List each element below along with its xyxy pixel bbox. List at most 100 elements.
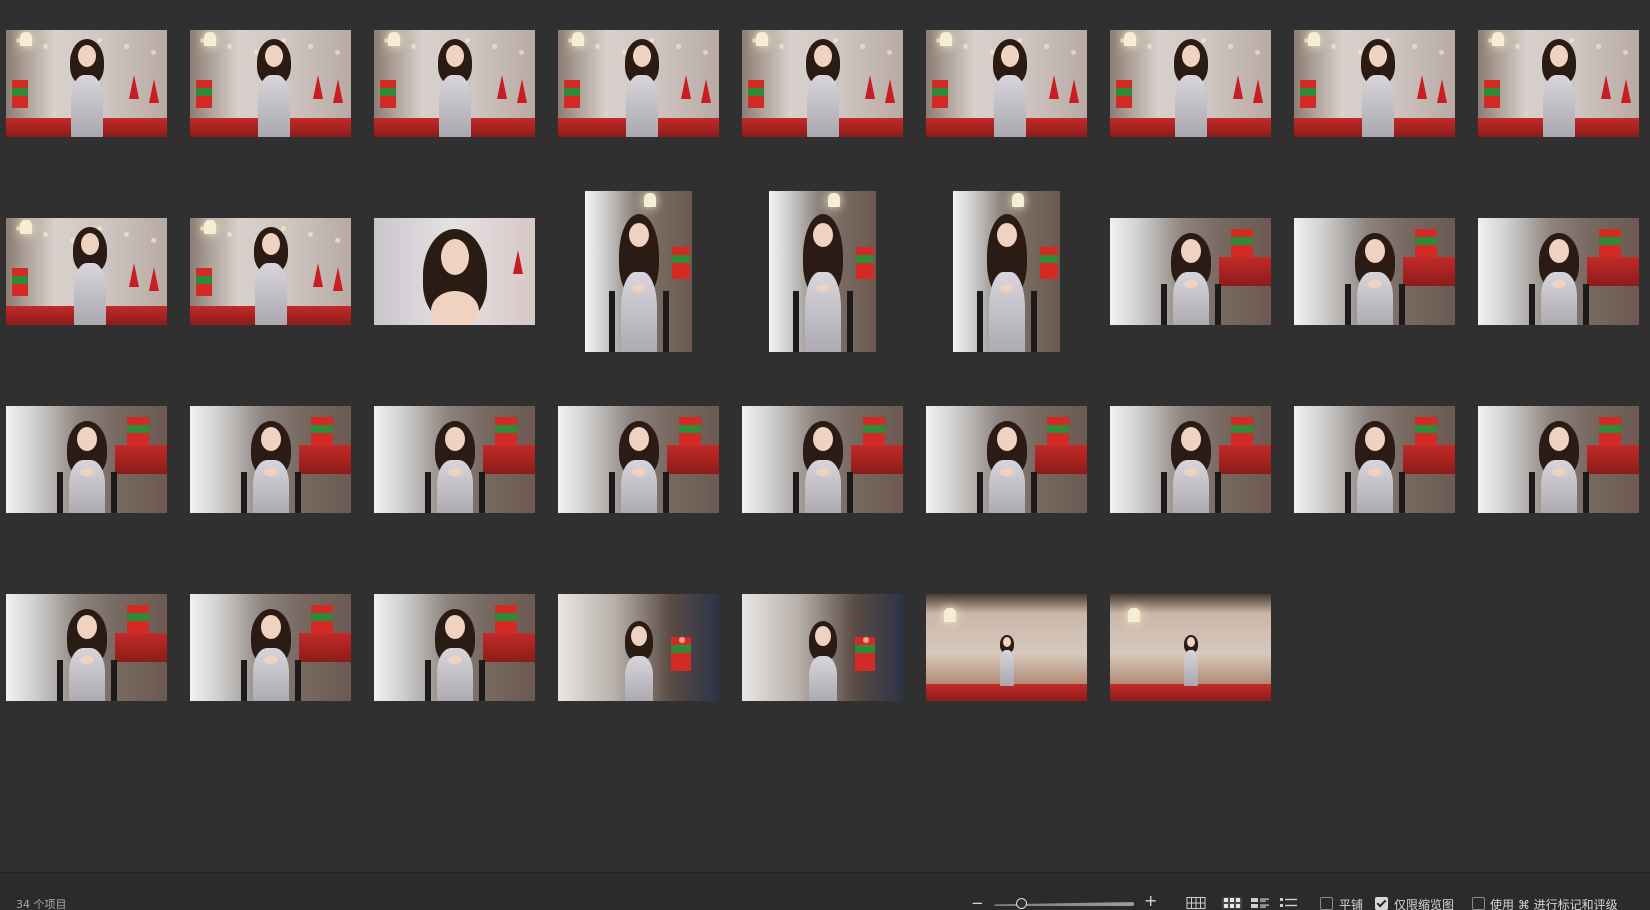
zoom-out-icon[interactable]: − [971, 896, 984, 910]
thumbnail[interactable] [190, 594, 351, 701]
thumbnail[interactable] [1110, 406, 1271, 513]
thumbnail[interactable] [374, 406, 535, 513]
tree-decoration [1437, 79, 1447, 104]
face [996, 223, 1017, 248]
chair-leg [1344, 284, 1351, 325]
bokeh-light [1439, 50, 1444, 55]
thumbnail[interactable] [1478, 218, 1639, 325]
thumbnail[interactable] [190, 30, 351, 137]
face [1186, 636, 1195, 647]
thumbnail[interactable] [190, 406, 351, 513]
thumbnail[interactable] [558, 406, 719, 513]
status-bar: 34 个项目 − + 平铺 仅限缩览图 使用 ⌘ 进行标记和评级 [0, 872, 1650, 910]
thumbnail[interactable] [374, 594, 535, 701]
face [813, 44, 832, 67]
thumbnail[interactable] [1294, 30, 1455, 137]
strip-icon[interactable] [1250, 897, 1270, 909]
thumbnail[interactable] [190, 218, 351, 325]
face [814, 626, 831, 647]
bokeh-light [97, 38, 102, 43]
zoom-slider-track[interactable] [994, 902, 1134, 906]
thumbnail[interactable] [1110, 30, 1271, 137]
thumbnail[interactable] [374, 30, 535, 137]
grid-cell [374, 30, 558, 218]
red-box [1035, 444, 1087, 475]
dress [806, 74, 839, 137]
bokeh-light [860, 44, 865, 49]
bokeh-light [308, 232, 313, 237]
face [996, 427, 1017, 452]
tree-decoration [313, 262, 323, 287]
dress [1174, 74, 1207, 137]
tree-decoration [865, 74, 875, 99]
rating-checkbox[interactable] [1472, 897, 1485, 910]
thumbnail[interactable] [1294, 406, 1455, 513]
gift-stack [932, 96, 948, 109]
grid-cell [1478, 218, 1650, 406]
face [1548, 239, 1569, 264]
thumbnail[interactable] [926, 594, 1087, 701]
thumbnail[interactable] [585, 191, 692, 352]
chair-leg [1030, 290, 1037, 352]
thumbnail[interactable] [1478, 30, 1639, 137]
grid-icon[interactable] [1222, 897, 1242, 909]
zoom-slider-handle[interactable] [1016, 898, 1027, 909]
lamp [572, 32, 584, 46]
bokeh-light [227, 232, 232, 237]
grid-cell [190, 30, 374, 218]
thumbnail[interactable] [926, 30, 1087, 137]
thumbnail[interactable] [6, 594, 167, 701]
thumbnail[interactable] [6, 30, 167, 137]
thumbnail[interactable] [742, 594, 903, 701]
product-in-hand [263, 656, 278, 665]
face [812, 223, 833, 248]
thumbnail[interactable] [926, 406, 1087, 513]
tile-checkbox[interactable] [1320, 897, 1333, 910]
gift-stack [1300, 96, 1316, 109]
thumbnail[interactable] [558, 594, 719, 701]
tree-decoration [681, 74, 691, 99]
thumbnail[interactable] [558, 30, 719, 137]
zoom-in-icon[interactable]: + [1144, 893, 1157, 909]
thumbnail[interactable] [742, 406, 903, 513]
thumbnail-grid[interactable] [0, 0, 1650, 872]
lamp [204, 32, 216, 46]
face [1368, 44, 1387, 67]
lamp [756, 32, 768, 46]
thumbnail[interactable] [1478, 406, 1639, 513]
thumbnail[interactable] [6, 218, 167, 325]
thumbnail[interactable] [742, 30, 903, 137]
tree-decoration [1621, 79, 1631, 104]
thumbnail[interactable] [1294, 218, 1455, 325]
thumbnail[interactable] [6, 406, 167, 513]
bokeh-light [492, 44, 497, 49]
thumbnail[interactable] [1110, 218, 1271, 325]
bokeh-light [43, 232, 48, 237]
thumbnail[interactable] [953, 191, 1060, 352]
large-grid-icon[interactable] [1186, 897, 1206, 909]
bokeh-light [862, 636, 869, 643]
bokeh-light [703, 50, 708, 55]
face [1549, 44, 1568, 67]
thumbnail[interactable] [769, 191, 876, 352]
bokeh-light [124, 44, 129, 49]
thumbnails-only-label: 仅限缩览图 [1394, 898, 1455, 910]
gift-stack [12, 96, 28, 109]
thumbnail[interactable] [374, 218, 535, 325]
chair-leg [110, 472, 117, 513]
grid-cell [926, 406, 1110, 594]
thumbnails-only-checkbox[interactable] [1375, 897, 1388, 910]
tree-decoration [129, 262, 139, 287]
bokeh-light [963, 44, 968, 49]
list-icon[interactable] [1279, 897, 1299, 909]
product-in-hand [1367, 280, 1382, 289]
bokeh-light [1147, 44, 1152, 49]
tree-decoration [1069, 79, 1079, 104]
thumbnail[interactable] [1110, 594, 1271, 701]
tree-decoration [149, 79, 159, 104]
bokeh-light [1044, 44, 1049, 49]
chair-leg [1160, 472, 1167, 513]
face [440, 239, 469, 276]
chair-leg [846, 290, 853, 352]
product-in-hand [447, 468, 462, 477]
